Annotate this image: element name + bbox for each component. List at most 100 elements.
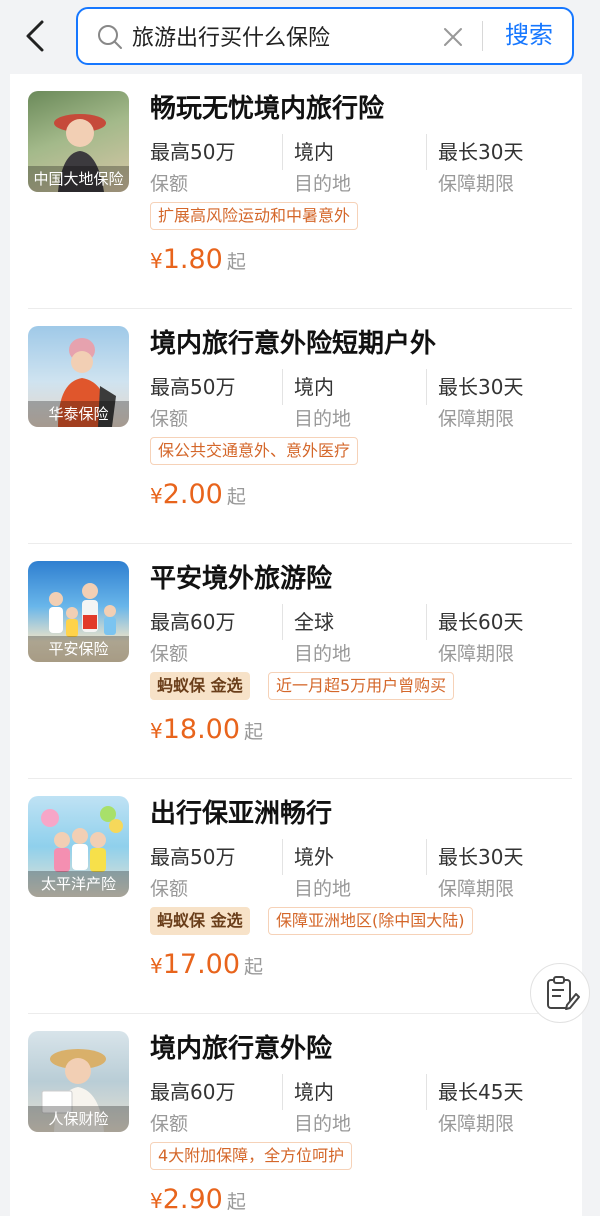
product-thumbnail: 太平洋产险 bbox=[28, 796, 129, 897]
period-stat: 最长60天 保障期限 bbox=[438, 606, 578, 666]
feature-tag: 近一月超5万用户曾购买 bbox=[268, 672, 455, 700]
search-divider bbox=[482, 21, 483, 51]
product-title: 出行保亚洲畅行 bbox=[150, 799, 333, 829]
destination-label: 目的地 bbox=[294, 408, 352, 430]
feature-tag: 扩展高风险运动和中暑意外 bbox=[150, 202, 359, 230]
period-label: 保障期限 bbox=[438, 878, 515, 900]
period-value: 最长60天 bbox=[438, 610, 524, 634]
period-stat: 最长30天 保障期限 bbox=[438, 841, 578, 901]
product-thumbnail: 中国大地保险 bbox=[28, 91, 129, 192]
product-title: 平安境外旅游险 bbox=[150, 564, 333, 594]
price-suffix: 起 bbox=[244, 956, 264, 978]
product-card[interactable]: 人保财险 境内旅行意外险 最高60万 保额 境内 目的地 最长45天 保障期限 … bbox=[10, 1014, 582, 1216]
currency-symbol: ¥ bbox=[150, 1189, 163, 1213]
stat-divider bbox=[426, 604, 427, 640]
product-list: 中国大地保险 畅玩无忧境内旅行险 最高50万 保额 境内 目的地 最长30天 保… bbox=[10, 74, 582, 1216]
price: ¥2.00 起 bbox=[150, 479, 246, 510]
stat-divider bbox=[426, 134, 427, 170]
top-bar: 搜索 bbox=[0, 0, 600, 74]
coverage-stat: 最高60万 保额 bbox=[150, 606, 290, 666]
stat-divider bbox=[282, 1074, 283, 1110]
coverage-stat: 最高50万 保额 bbox=[150, 136, 290, 196]
price: ¥17.00 起 bbox=[150, 949, 263, 980]
period-label: 保障期限 bbox=[438, 643, 515, 665]
insurer-label: 平安保险 bbox=[28, 636, 129, 662]
destination-stat: 全球 目的地 bbox=[294, 606, 434, 666]
product-title: 畅玩无忧境内旅行险 bbox=[150, 94, 385, 124]
product-title: 境内旅行意外险 bbox=[150, 1034, 333, 1064]
product-card[interactable]: 华泰保险 境内旅行意外险短期户外 最高50万 保额 境内 目的地 最长30天 保… bbox=[10, 309, 582, 544]
destination-stat: 境内 目的地 bbox=[294, 371, 434, 431]
period-value: 最长30天 bbox=[438, 140, 524, 164]
destination-stat: 境内 目的地 bbox=[294, 136, 434, 196]
period-stat: 最长30天 保障期限 bbox=[438, 136, 578, 196]
currency-symbol: ¥ bbox=[150, 719, 163, 743]
insurer-label: 华泰保险 bbox=[28, 401, 129, 427]
close-icon[interactable] bbox=[440, 24, 466, 50]
search-input[interactable] bbox=[132, 18, 432, 54]
destination-label: 目的地 bbox=[294, 643, 352, 665]
stat-divider bbox=[426, 1074, 427, 1110]
product-title: 境内旅行意外险短期户外 bbox=[150, 329, 437, 359]
currency-symbol: ¥ bbox=[150, 954, 163, 978]
insurer-label: 太平洋产险 bbox=[28, 871, 129, 897]
period-label: 保障期限 bbox=[438, 408, 515, 430]
price-suffix: 起 bbox=[244, 721, 264, 743]
floating-note-button[interactable] bbox=[530, 963, 590, 1023]
period-stat: 最长45天 保障期限 bbox=[438, 1076, 578, 1136]
coverage-label: 保额 bbox=[150, 173, 189, 195]
coverage-label: 保额 bbox=[150, 878, 189, 900]
stat-divider bbox=[282, 604, 283, 640]
price: ¥18.00 起 bbox=[150, 714, 263, 745]
feature-tag: 保公共交通意外、意外医疗 bbox=[150, 437, 359, 465]
destination-value: 境内 bbox=[294, 140, 334, 164]
back-button[interactable] bbox=[18, 16, 54, 56]
destination-value: 全球 bbox=[294, 610, 334, 634]
period-value: 最长30天 bbox=[438, 845, 524, 869]
price-suffix: 起 bbox=[226, 486, 246, 508]
stat-divider bbox=[282, 839, 283, 875]
coverage-value: 最高50万 bbox=[150, 375, 236, 399]
coverage-value: 最高50万 bbox=[150, 140, 236, 164]
search-button[interactable]: 搜索 bbox=[484, 9, 574, 63]
coverage-stat: 最高50万 保额 bbox=[150, 371, 290, 431]
price-value: 18.00 bbox=[162, 714, 241, 745]
coverage-value: 最高60万 bbox=[150, 610, 236, 634]
currency-symbol: ¥ bbox=[150, 249, 163, 273]
price-suffix: 起 bbox=[226, 251, 246, 273]
product-card[interactable]: 太平洋产险 出行保亚洲畅行 最高50万 保额 境外 目的地 最长30天 保障期限… bbox=[10, 779, 582, 1014]
period-value: 最长30天 bbox=[438, 375, 524, 399]
destination-stat: 境外 目的地 bbox=[294, 841, 434, 901]
coverage-label: 保额 bbox=[150, 1113, 189, 1135]
destination-value: 境外 bbox=[294, 845, 334, 869]
period-value: 最长45天 bbox=[438, 1080, 524, 1104]
product-card[interactable]: 平安保险 平安境外旅游险 最高60万 保额 全球 目的地 最长60天 保障期限 … bbox=[10, 544, 582, 779]
price-suffix: 起 bbox=[226, 1191, 246, 1213]
coverage-label: 保额 bbox=[150, 408, 189, 430]
product-thumbnail: 平安保险 bbox=[28, 561, 129, 662]
feature-tag: 保障亚洲地区(除中国大陆) bbox=[268, 907, 473, 935]
coverage-label: 保额 bbox=[150, 643, 189, 665]
stat-divider bbox=[282, 369, 283, 405]
search-box[interactable]: 搜索 bbox=[76, 7, 574, 65]
stat-divider bbox=[426, 369, 427, 405]
period-label: 保障期限 bbox=[438, 1113, 515, 1135]
price-value: 17.00 bbox=[162, 949, 241, 980]
price-value: 2.00 bbox=[162, 479, 223, 510]
price: ¥2.90 起 bbox=[150, 1184, 246, 1215]
clipboard-edit-icon bbox=[547, 976, 580, 1010]
destination-stat: 境内 目的地 bbox=[294, 1076, 434, 1136]
coverage-stat: 最高60万 保额 bbox=[150, 1076, 290, 1136]
currency-symbol: ¥ bbox=[150, 484, 163, 508]
destination-label: 目的地 bbox=[294, 1113, 352, 1135]
coverage-value: 最高50万 bbox=[150, 845, 236, 869]
destination-label: 目的地 bbox=[294, 878, 352, 900]
price: ¥1.80 起 bbox=[150, 244, 246, 275]
product-thumbnail: 华泰保险 bbox=[28, 326, 129, 427]
search-icon bbox=[98, 25, 122, 49]
period-label: 保障期限 bbox=[438, 173, 515, 195]
gold-select-badge: 蚂蚁保 金选 bbox=[150, 672, 250, 700]
feature-tag: 4大附加保障，全方位呵护 bbox=[150, 1142, 353, 1170]
product-card[interactable]: 中国大地保险 畅玩无忧境内旅行险 最高50万 保额 境内 目的地 最长30天 保… bbox=[10, 74, 582, 309]
product-thumbnail: 人保财险 bbox=[28, 1031, 129, 1132]
